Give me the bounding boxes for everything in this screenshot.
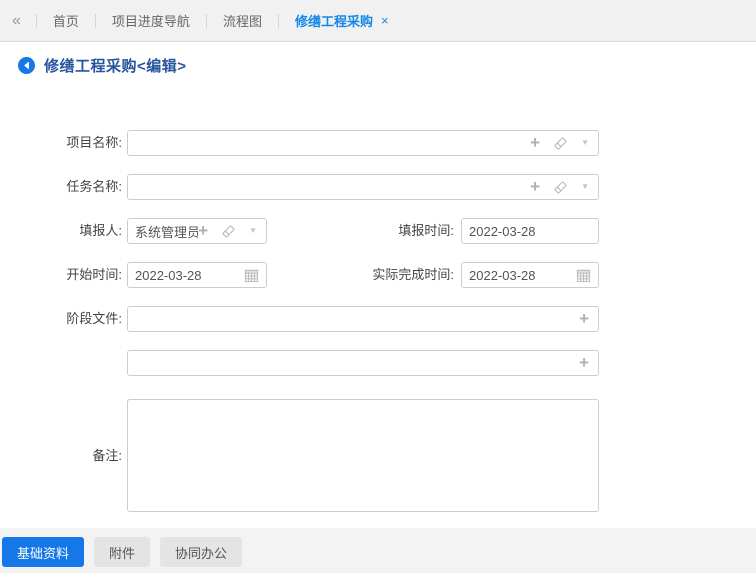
stage-file-input[interactable] [128, 308, 580, 330]
remark-textarea[interactable] [127, 399, 599, 512]
filler-field: + ▼ [127, 218, 267, 244]
back-circle-icon [18, 57, 35, 74]
task-name-input[interactable] [128, 176, 531, 198]
tab-attachments[interactable]: 附件 [94, 537, 151, 567]
eraser-icon[interactable] [553, 180, 568, 195]
close-tab-icon[interactable]: × [381, 13, 389, 28]
project-name-label: 项目名称: [66, 135, 122, 150]
actual-finish-label: 实际完成时间: [372, 267, 454, 282]
back-button[interactable] [18, 57, 35, 74]
calendar-icon[interactable] [576, 268, 591, 283]
tab-divider [94, 13, 96, 28]
calendar-icon[interactable] [244, 268, 259, 283]
filler-input[interactable] [128, 220, 199, 242]
fill-time-field [461, 218, 599, 244]
filler-label: 填报人: [79, 223, 122, 238]
task-name-label: 任务名称: [66, 179, 122, 194]
remark-label: 备注: [92, 448, 122, 463]
chevron-down-icon[interactable]: ▼ [581, 139, 589, 147]
tab-repair-procurement[interactable]: 修缮工程采购 × [295, 11, 389, 30]
fill-time-input[interactable] [462, 220, 598, 242]
add-icon[interactable]: + [530, 178, 540, 195]
tab-project-progress-nav[interactable]: 项目进度导航 [112, 11, 190, 30]
tab-divider [277, 13, 279, 28]
start-time-field [127, 262, 267, 288]
tab-home[interactable]: 首页 [53, 11, 79, 30]
add-icon[interactable]: + [579, 310, 589, 327]
tab-flowchart[interactable]: 流程图 [223, 11, 262, 30]
task-name-field: + ▼ [127, 174, 599, 200]
tab-divider [35, 13, 37, 28]
field-icons: + ▼ [530, 134, 598, 151]
stage-file-2-input[interactable] [128, 352, 580, 374]
page-title: 修缮工程采购<编辑> [44, 58, 187, 75]
tab-collaboration[interactable]: 协同办公 [160, 537, 243, 567]
eraser-icon[interactable] [553, 136, 568, 151]
field-icons: + [579, 310, 598, 327]
tab-label: 修缮工程采购 [294, 14, 373, 29]
app-window: « 首页 项目进度导航 流程图 修缮工程采购 × 修缮工程采购<编辑> 项目名称… [0, 0, 756, 573]
page-header: 修缮工程采购<编辑> [18, 55, 187, 76]
field-icons: + ▼ [198, 222, 266, 239]
actual-finish-input[interactable] [462, 264, 576, 286]
project-name-field: + ▼ [127, 130, 599, 156]
stage-file-2-field: + [127, 350, 599, 376]
collapse-tabs-icon[interactable]: « [12, 12, 21, 29]
tab-divider [205, 13, 207, 28]
add-icon[interactable]: + [579, 354, 589, 371]
start-time-label: 开始时间: [66, 267, 122, 282]
fill-time-label: 填报时间: [398, 223, 454, 238]
tab-basic-info[interactable]: 基础资料 [2, 537, 85, 567]
eraser-icon[interactable] [221, 224, 236, 239]
bottom-tab-bar: 基础资料 附件 协同办公 [0, 528, 756, 573]
field-icons: + [579, 354, 598, 371]
project-name-input[interactable] [128, 132, 531, 154]
add-icon[interactable]: + [530, 134, 540, 151]
chevron-down-icon[interactable]: ▼ [249, 227, 257, 235]
stage-file-label: 阶段文件: [66, 311, 122, 326]
stage-file-field: + [127, 306, 599, 332]
chevron-down-icon[interactable]: ▼ [581, 183, 589, 191]
start-time-input[interactable] [128, 264, 244, 286]
tab-bar: « 首页 项目进度导航 流程图 修缮工程采购 × [0, 0, 756, 42]
add-icon[interactable]: + [198, 222, 208, 239]
actual-finish-field [461, 262, 599, 288]
field-icons: + ▼ [530, 178, 598, 195]
